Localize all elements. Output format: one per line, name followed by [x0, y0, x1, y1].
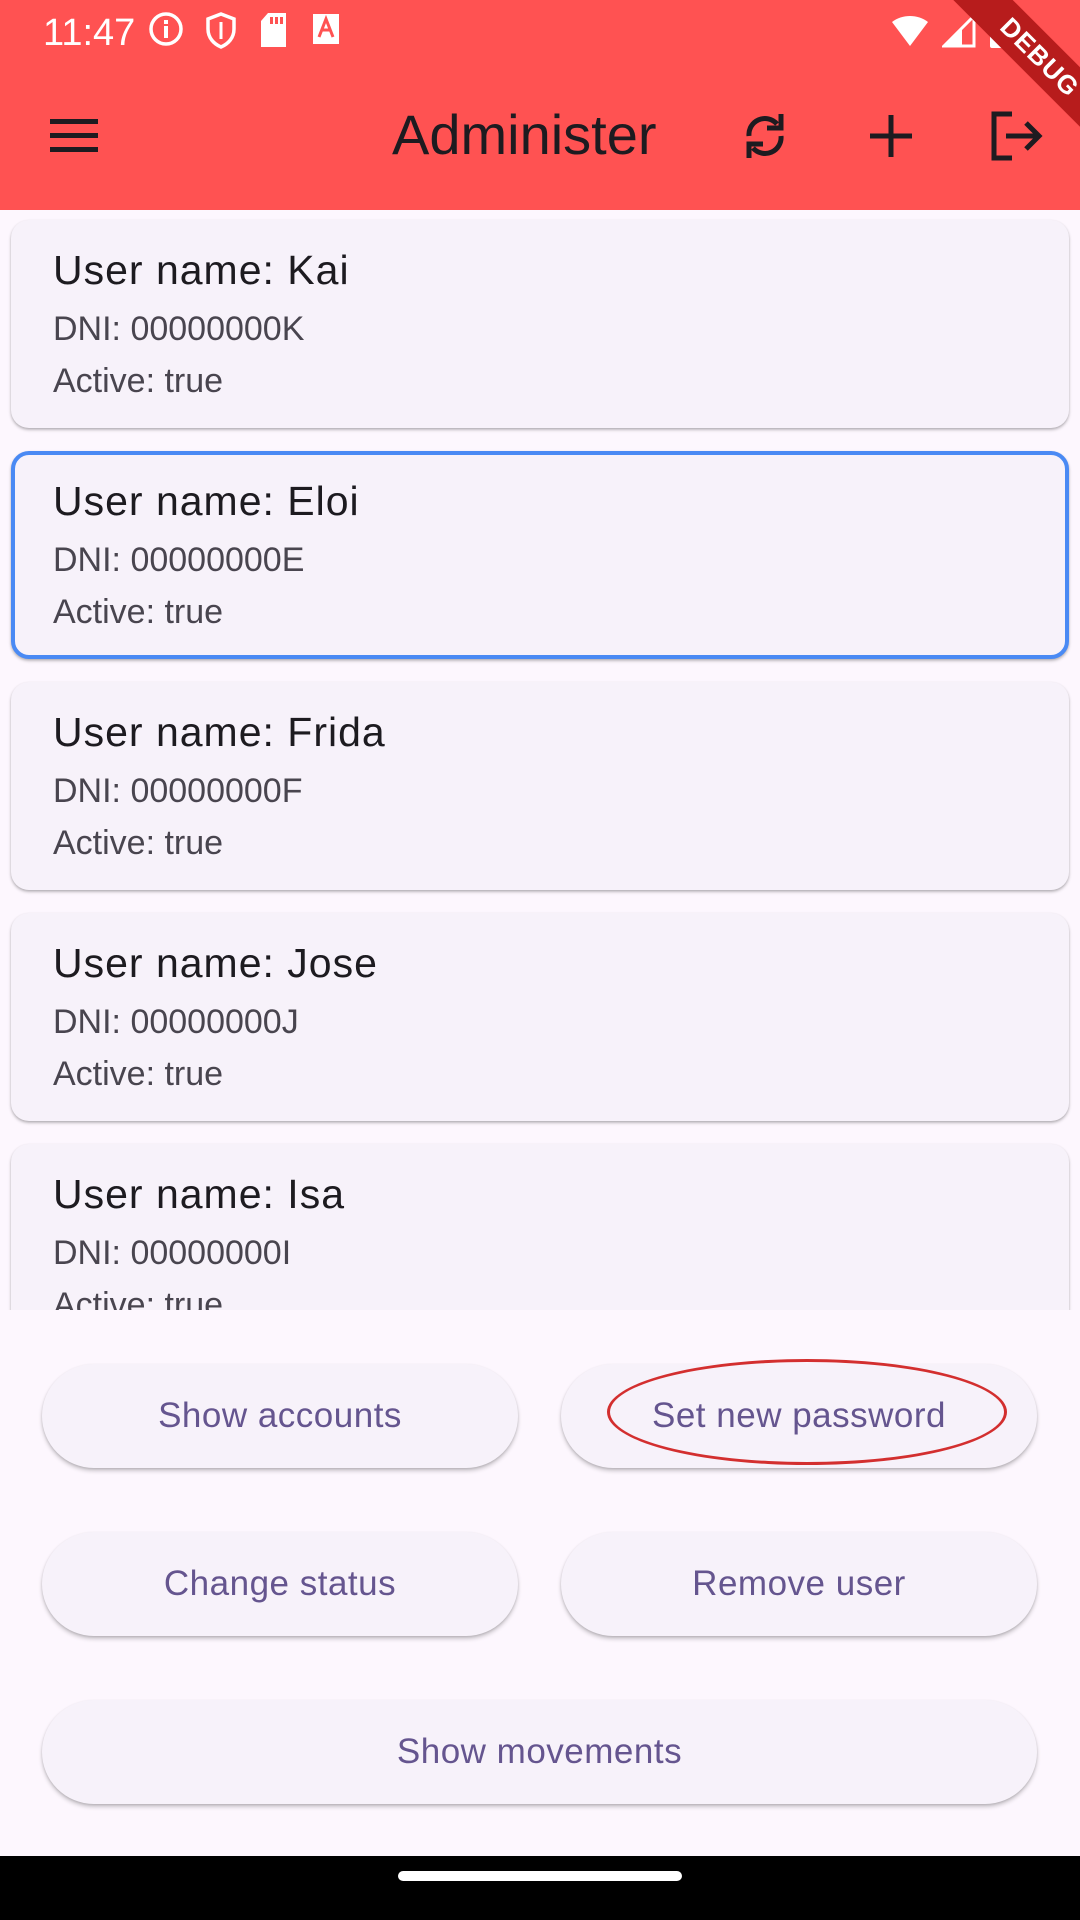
- user-name: User name: Jose: [53, 940, 378, 986]
- user-active: Active: true: [53, 593, 224, 631]
- show-accounts-button[interactable]: Show accounts: [42, 1364, 518, 1468]
- logout-button[interactable]: [976, 96, 1056, 176]
- logout-icon: [991, 111, 1043, 161]
- app-bar: 11:47 DEBUG Administer: [0, 0, 1080, 210]
- hamburger-menu-icon: [50, 119, 98, 152]
- add-button[interactable]: [851, 96, 931, 176]
- user-name: User name: Kai: [53, 247, 350, 293]
- system-nav-bar: [0, 1856, 1080, 1920]
- status-time: 11:47: [43, 12, 136, 54]
- wifi-icon: [890, 12, 930, 55]
- user-name: User name: Isa: [53, 1171, 345, 1217]
- add-icon: [870, 115, 912, 157]
- user-card-eloi[interactable]: User name: Eloi DNI: 00000000E Active: t…: [11, 451, 1069, 659]
- sd-card-icon: [258, 11, 290, 49]
- user-dni: DNI: 00000000I: [53, 1234, 292, 1272]
- user-name: User name: Eloi: [53, 478, 360, 524]
- refresh-button[interactable]: [725, 96, 805, 176]
- page-title: Administer: [392, 103, 657, 166]
- remove-user-button[interactable]: Remove user: [561, 1532, 1037, 1636]
- user-active: Active: true: [53, 1055, 224, 1093]
- user-active: Active: true: [53, 824, 224, 862]
- user-dni: DNI: 00000000E: [53, 541, 305, 579]
- menu-button[interactable]: [34, 96, 114, 176]
- status-left-icons: [148, 11, 342, 49]
- info-icon: [148, 11, 184, 49]
- refresh-icon: [746, 114, 784, 158]
- home-indicator[interactable]: [398, 1871, 682, 1881]
- user-card-isa[interactable]: User name: Isa DNI: 00000000I Active: tr…: [11, 1144, 1069, 1310]
- user-dni: DNI: 00000000K: [53, 310, 305, 348]
- show-movements-button[interactable]: Show movements: [42, 1700, 1037, 1804]
- user-card-kai[interactable]: User name: Kai DNI: 00000000K Active: tr…: [11, 220, 1069, 428]
- user-card-jose[interactable]: User name: Jose DNI: 00000000J Active: t…: [11, 913, 1069, 1121]
- user-active: Active: true: [53, 362, 224, 400]
- user-dni: DNI: 00000000J: [53, 1003, 299, 1041]
- user-card-frida[interactable]: User name: Frida DNI: 00000000F Active: …: [11, 682, 1069, 890]
- shield-icon: [204, 11, 238, 49]
- user-list[interactable]: User name: Kai DNI: 00000000K Active: tr…: [0, 210, 1080, 1310]
- user-dni: DNI: 00000000F: [53, 772, 303, 810]
- text-a-icon: [310, 11, 342, 49]
- user-active: Active: true: [53, 1286, 224, 1310]
- user-name: User name: Frida: [53, 709, 386, 755]
- set-new-password-button[interactable]: Set new password: [561, 1364, 1037, 1468]
- change-status-button[interactable]: Change status: [42, 1532, 518, 1636]
